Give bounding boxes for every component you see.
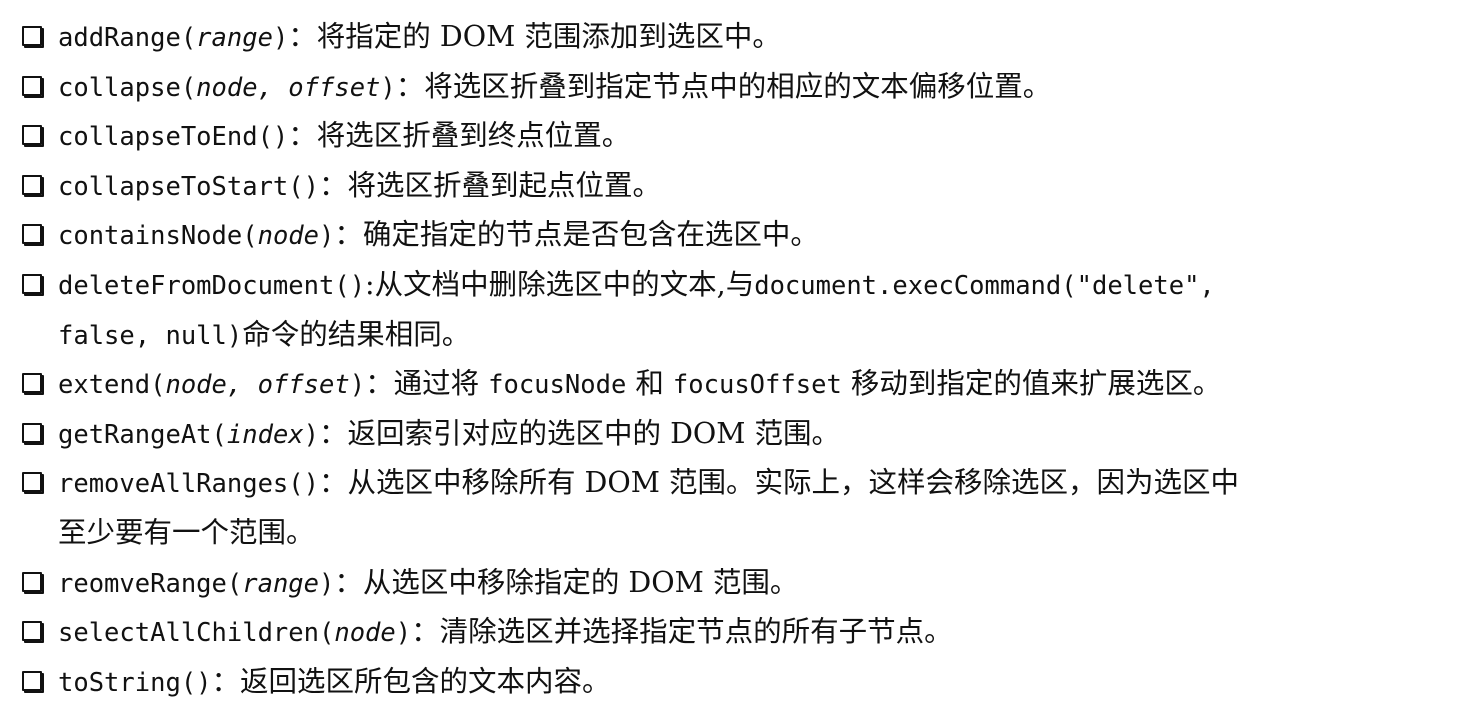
- method-name: containsNode(node): [58, 221, 335, 252]
- method-name: reomveRange(range): [58, 568, 335, 599]
- method-description: ：确定指定的节点是否包含在选区中。: [334, 218, 819, 252]
- inline-code: document.execCommand("delete",: [754, 270, 1215, 301]
- checkbox-bullet-icon: [22, 125, 42, 146]
- method-name: collapse(node, offset): [58, 72, 396, 103]
- checkbox-bullet-icon: [22, 26, 42, 46]
- method-description: :从文档中删除选区中的文本,与: [365, 267, 755, 301]
- method-name: getRangeAt(index): [58, 419, 320, 450]
- list-item: collapseToStart()：将选区折叠到起点位置。: [22, 161, 1452, 211]
- list-item: toString()：返回选区所包含的文本内容。: [22, 657, 1452, 707]
- list-item: containsNode(node)：确定指定的节点是否包含在选区中。: [22, 210, 1452, 260]
- method-description: ：返回索引对应的选区中的 DOM 范围。: [319, 416, 841, 450]
- method-name: collapseToEnd(): [58, 122, 289, 153]
- method-name: toString(): [58, 667, 212, 698]
- list-item: extend(node, offset)：通过将 focusNode 和 foc…: [22, 359, 1452, 409]
- list-item: removeAllRanges()：从选区中移除所有 DOM 范围。实际上，这样…: [22, 458, 1452, 557]
- checkbox-bullet-icon: [22, 273, 42, 294]
- method-name: addRange(range): [58, 23, 289, 53]
- method-description: 移动到指定的值来扩展选区。: [841, 367, 1222, 401]
- method-name: collapseToStart(): [58, 171, 319, 202]
- checkbox-bullet-icon: [22, 224, 42, 245]
- list-item: collapseToEnd()：将选区折叠到终点位置。: [22, 111, 1452, 161]
- method-name: deleteFromDocument(): [58, 270, 366, 301]
- list-item: selectAllChildren(node)：清除选区并选择指定节点的所有子节…: [22, 607, 1452, 657]
- method-description: ：将指定的 DOM 范围添加到选区中。: [288, 20, 781, 53]
- checkbox-bullet-icon: [22, 670, 42, 691]
- method-description: ：通过将: [365, 367, 489, 401]
- list-item: reomveRange(range)：从选区中移除指定的 DOM 范围。: [22, 558, 1452, 608]
- checkbox-bullet-icon: [22, 621, 42, 642]
- list-item: getRangeAt(index)：返回索引对应的选区中的 DOM 范围。: [22, 409, 1452, 459]
- list-item: collapse(node, offset)：将选区折叠到指定节点中的相应的文本…: [22, 62, 1452, 112]
- method-description: ：返回选区所包含的文本内容。: [211, 664, 611, 698]
- checkbox-bullet-icon: [22, 75, 42, 96]
- method-description: ：将选区折叠到终点位置。: [288, 119, 631, 153]
- checkbox-bullet-icon: [22, 422, 42, 443]
- method-description-continued: 命令的结果相同。: [242, 317, 471, 351]
- checkbox-bullet-icon: [22, 472, 42, 493]
- checkbox-bullet-icon: [22, 174, 42, 195]
- method-name: removeAllRanges(): [58, 469, 319, 500]
- method-description: 和: [626, 367, 673, 401]
- method-description: ：将选区折叠到指定节点中的相应的文本偏移位置。: [395, 69, 1052, 103]
- method-description: ：从选区中移除指定的 DOM 范围。: [334, 565, 799, 599]
- inline-code: focusOffset: [672, 370, 842, 401]
- inline-code: focusNode: [488, 370, 627, 401]
- method-list: addRange(range)：将指定的 DOM 范围添加到选区中。 colla…: [22, 12, 1452, 706]
- method-description: ：将选区折叠到起点位置。: [319, 168, 662, 202]
- method-name: selectAllChildren(node): [58, 618, 412, 649]
- checkbox-bullet-icon: [22, 373, 42, 394]
- method-description: ：从选区中移除所有 DOM 范围。实际上，这样会移除选区，因为选区中: [319, 466, 1240, 500]
- list-item: addRange(range)：将指定的 DOM 范围添加到选区中。: [22, 12, 1452, 62]
- checkbox-bullet-icon: [22, 571, 42, 592]
- inline-code: false, null): [58, 320, 243, 351]
- method-description-continued: 至少要有一个范围。: [58, 515, 315, 549]
- method-name: extend(node, offset): [58, 370, 366, 401]
- list-item: deleteFromDocument():从文档中删除选区中的文本,与docum…: [22, 260, 1452, 359]
- method-description: ：清除选区并选择指定节点的所有子节点。: [411, 615, 953, 649]
